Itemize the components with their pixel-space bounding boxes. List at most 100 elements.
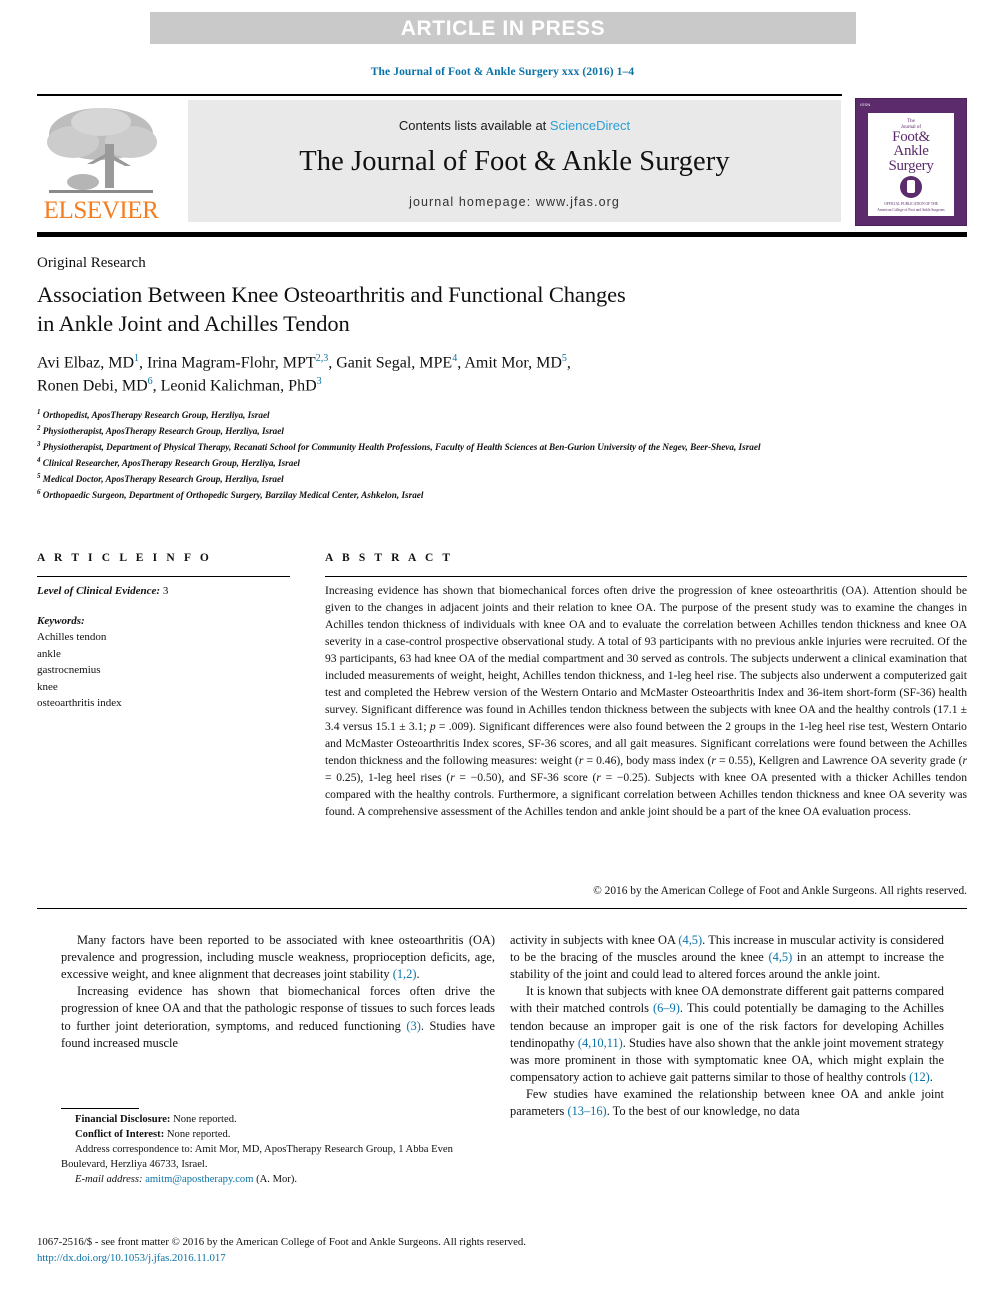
masthead-bottom-rule [37,232,967,237]
author-name: Ganit Segal, MPE [336,354,453,372]
front-matter-line: 1067-2516/$ - see front matter © 2016 by… [37,1236,526,1248]
financial-disclosure-note: Financial Disclosure: None reported. [61,1113,495,1128]
cover-seal-icon [900,176,922,199]
author-name: Avi Elbaz, MD [37,354,135,372]
author-affil-marker: 1 [134,353,140,364]
author-name: Irina Magram-Flohr, MPT [147,354,316,372]
affiliation-text: Clinical Researcher, AposTherapy Researc… [42,458,300,469]
abstract-r-symbol: r [962,753,967,767]
affiliation-item: 1 Orthopedist, AposTherapy Research Grou… [37,407,962,423]
abstract-rule [325,576,967,577]
affiliation-text: Medical Doctor, AposTherapy Research Gro… [42,474,284,485]
article-info-rule [37,576,290,577]
cover-footer-2: American College of Foot and Ankle Surge… [877,207,945,212]
evidence-level-value: 3 [162,585,169,597]
evidence-level-line: Level of Clinical Evidence: 3 [37,583,292,600]
article-type-kicker: Original Research [37,255,146,271]
author-name: Ronen Debi, MD [37,377,148,395]
abstract-part: Increasing evidence has shown that biome… [325,584,967,733]
affiliation-text: Orthopaedic Surgeon, Department of Ortho… [42,490,424,501]
conflict-value: None reported. [164,1128,231,1140]
email-address-link[interactable]: amitm@apostherapy.com [145,1174,253,1185]
elsevier-wordmark: ELSEVIER [43,197,159,224]
affiliation-item: 2 Physiotherapist, AposTherapy Research … [37,423,962,439]
affiliation-item: 3 Physiotherapist, Department of Physica… [37,439,962,455]
affiliation-text: Physiotherapist, AposTherapy Research Gr… [42,426,284,437]
keyword-item: ankle [37,647,61,660]
journal-citation-line: The Journal of Foot & Ankle Surgery xxx … [370,66,635,78]
body-column-right: activity in subjects with knee OA (4,5).… [510,932,944,1120]
footnote-divider [61,1108,139,1109]
abstract-part: = 0.55), Kellgren and Lawrence OA severi… [715,753,963,767]
paragraph-text: . To the best of our knowledge, no data [606,1104,800,1119]
keyword-item: knee [37,680,58,693]
cover-footer-1: OFFICIAL PUBLICATION OF THE [884,202,938,207]
page-footer: 1067-2516/$ - see front matter © 2016 by… [37,1234,967,1266]
conflict-label: Conflict of Interest: [75,1128,165,1140]
author-affil-marker: 5 [561,353,567,364]
masthead-top-rule [37,94,842,96]
page-title: Association Between Knee Osteoarthritis … [37,281,917,339]
affiliation-marker: 1 [37,408,41,416]
financial-disclosure-value: None reported. [170,1114,237,1125]
affiliation-item: 4 Clinical Researcher, AposTherapy Resea… [37,455,962,471]
abstract-part: = 0.25), 1-leg heel rises ( [325,770,451,784]
financial-disclosure-label: Financial Disclosure: [75,1114,171,1125]
cover-title-3: Surgery [888,157,934,174]
affiliation-item: 5 Medical Doctor, AposTherapy Research G… [37,471,962,487]
author-name: Amit Mor, MD [464,354,562,372]
citation-ref[interactable]: (4,10,11) [578,1036,623,1050]
affiliation-marker: 5 [37,472,41,481]
contents-prefix: Contents lists available at [398,118,550,133]
email-suffix: (A. Mor). [253,1173,297,1185]
citation-ref[interactable]: (4,5) [678,933,702,947]
citation-ref[interactable]: (13–16) [567,1104,606,1118]
affiliation-marker: 6 [37,488,41,497]
citation-ref[interactable]: (1,2) [393,967,417,981]
citation-ref[interactable]: (3) [406,1019,420,1033]
body-paragraph: Few studies have examined the relationsh… [510,1086,944,1120]
cover-issn-tag: ISSN [860,102,871,107]
body-paragraph: Increasing evidence has shown that biome… [61,983,495,1051]
affiliation-item: 6 Orthopaedic Surgeon, Department of Ort… [37,487,962,503]
paragraph-text: Many factors have been reported to be as… [61,933,495,982]
author-affil-marker: 2,3 [315,353,329,364]
sciencedirect-link[interactable]: ScienceDirect [550,118,630,133]
doi-link[interactable]: http://dx.doi.org/10.1053/j.jfas.2016.11… [37,1250,967,1266]
article-info-heading: A R T I C L E I N F O [37,552,212,564]
elsevier-logo: ELSEVIER [37,104,165,228]
citation-ref[interactable]: (12) [909,1070,930,1084]
affiliation-marker: 3 [37,440,41,449]
body-paragraph: It is known that subjects with knee OA d… [510,983,944,1086]
elsevier-tree-icon [47,108,157,193]
journal-title: The Journal of Foot & Ankle Surgery [299,146,730,177]
cover-title-2: Ankle [893,143,929,160]
author-list: Avi Elbaz, MD1, Irina Magram-Flohr, MPT2… [37,353,571,395]
masthead-center-panel: Contents lists available at ScienceDirec… [188,100,841,222]
abstract-body: Increasing evidence has shown that biome… [325,583,967,821]
body-column-left: Many factors have been reported to be as… [61,932,495,1052]
article-info-body: Level of Clinical Evidence: 3 Keywords: … [37,583,292,712]
email-note: E-mail address: amitm@apostherapy.com (A… [61,1173,495,1188]
title-line-1: Association Between Knee Osteoarthritis … [37,282,626,307]
author-affil-marker: 3 [316,376,322,388]
abstract-bottom-rule [37,908,967,909]
affiliation-marker: 4 [37,456,41,465]
email-label: E-mail address: [75,1173,143,1185]
keywords-block: Keywords: Achilles tendon ankle gastrocn… [37,613,292,712]
affiliation-list: 1 Orthopedist, AposTherapy Research Grou… [37,407,962,503]
abstract-copyright: © 2016 by the American College of Foot a… [593,885,967,897]
citation-ref[interactable]: (4,5) [768,950,792,964]
affiliation-text: Physiotherapist, Department of Physical … [42,442,761,453]
keyword-item: Achilles tendon [37,631,107,643]
keyword-item: gastrocnemius [37,664,101,676]
paragraph-text: activity in subjects with knee OA [510,933,679,947]
journal-masthead: ELSEVIER Contents lists available at Sci… [37,94,967,228]
author-affil-marker: 6 [147,376,153,388]
citation-ref[interactable]: (6–9) [653,1001,680,1015]
evidence-level-label: Level of Clinical Evidence: [37,585,161,597]
journal-article-page: ARTICLE IN PRESS The Journal of Foot & A… [0,0,1005,1305]
body-paragraph: Many factors have been reported to be as… [61,932,495,983]
abstract-heading: A B S T R A C T [325,552,454,564]
journal-homepage-line[interactable]: journal homepage: www.jfas.org [188,195,841,209]
